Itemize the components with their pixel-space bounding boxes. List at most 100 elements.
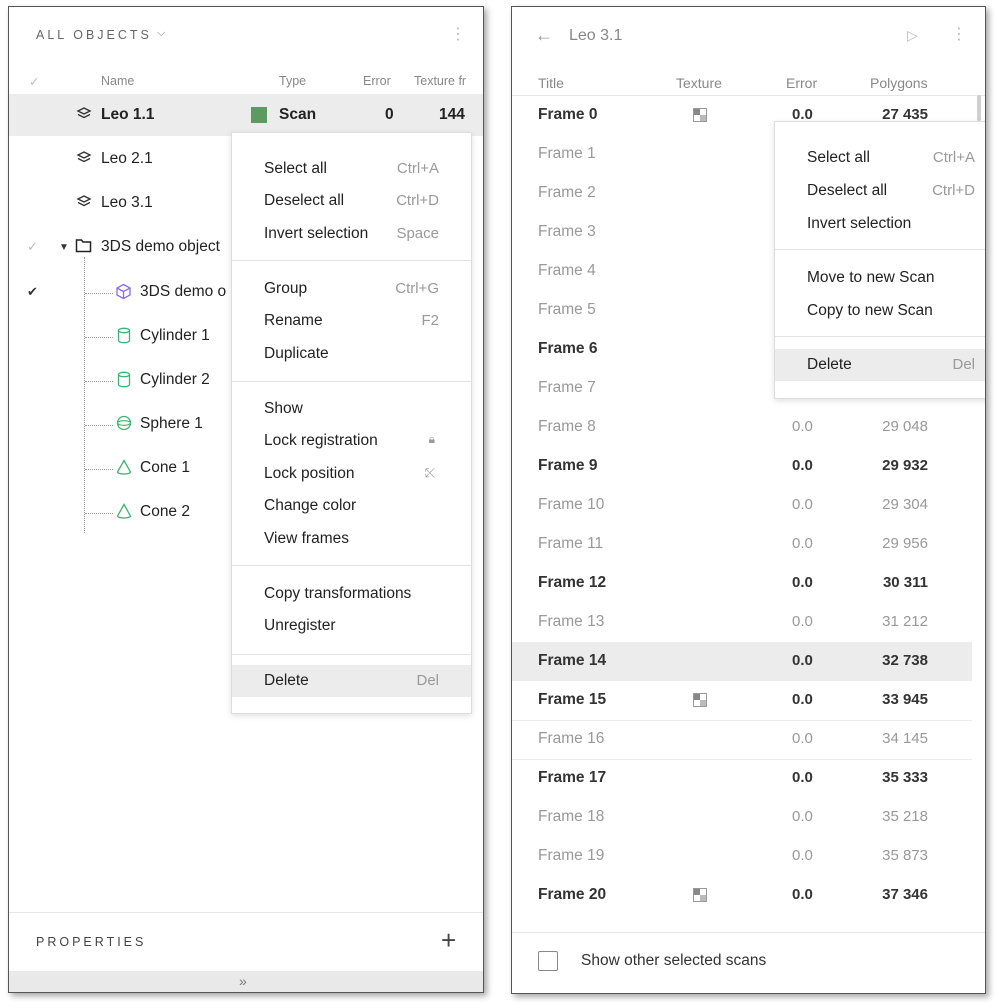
menu-item-view-frames[interactable]: View frames — [232, 523, 471, 555]
menu-item-label: Invert selection — [807, 215, 912, 232]
frame-polygons: 32 738 — [882, 652, 928, 669]
menu-item-move-to-new-scan[interactable]: Move to new Scan — [775, 262, 985, 294]
menu-item-label: Change color — [264, 497, 357, 514]
frame-error: 0.0 — [792, 652, 813, 669]
menu-item-label: Unregister — [264, 617, 336, 634]
frame-row[interactable]: Frame 19 0.0 35 873 — [512, 837, 972, 876]
column-header-polygons[interactable]: Polygons — [870, 75, 928, 91]
menu-item-deselect-all[interactable]: Deselect all Ctrl+D — [775, 175, 985, 207]
frame-row[interactable]: Frame 16 0.0 34 145 — [512, 720, 972, 760]
frame-context-menu: Select all Ctrl+A Deselect all Ctrl+D In… — [774, 121, 985, 399]
frame-error: 0.0 — [792, 769, 813, 786]
frame-title: Frame 15 — [538, 691, 607, 708]
frame-row[interactable]: Frame 9 0.0 29 932 — [512, 447, 972, 486]
tree-row-leo-1-1[interactable]: Leo 1.1 Scan 0 144 — [9, 94, 483, 136]
menu-item-lock-registration[interactable]: Lock registration 🔒︎ — [232, 425, 471, 457]
menu-item-duplicate[interactable]: Duplicate — [232, 338, 471, 370]
frame-title: Frame 9 — [538, 457, 598, 474]
frame-title: Frame 0 — [538, 106, 598, 123]
menu-item-label: Group — [264, 280, 308, 297]
row-label: Cylinder 1 — [140, 327, 210, 344]
visibility-check-icon[interactable]: ✓ — [27, 239, 38, 255]
column-header-texture[interactable]: Texture — [676, 75, 722, 91]
show-other-scans-label[interactable]: Show other selected scans — [581, 952, 766, 970]
menu-item-select-all[interactable]: Select all Ctrl+A — [775, 142, 985, 174]
folder-icon — [75, 238, 92, 257]
chevron-down-icon[interactable]: ⌵ — [157, 27, 165, 40]
menu-item-invert-selection[interactable]: Invert selection Space — [232, 218, 471, 250]
menu-item-delete[interactable]: Delete Del — [232, 665, 471, 697]
frame-title: Frame 1 — [538, 145, 596, 162]
frame-title: Frame 19 — [538, 847, 605, 864]
row-texture: 144 — [439, 106, 465, 123]
frame-title: Frame 4 — [538, 262, 596, 279]
column-header-texture[interactable]: Texture fr — [414, 74, 466, 88]
frame-title: Frame 14 — [538, 652, 607, 669]
sphere-icon — [116, 415, 132, 435]
play-icon[interactable]: ▷ — [907, 27, 918, 44]
column-header-name[interactable]: Name — [101, 74, 134, 88]
select-all-check-icon[interactable]: ✓ — [29, 74, 39, 89]
column-header-type[interactable]: Type — [279, 74, 306, 88]
frames-scrollbar[interactable] — [977, 95, 981, 121]
menu-item-shortcut: Ctrl+D — [932, 182, 975, 199]
frame-polygons: 31 212 — [882, 613, 928, 630]
menu-item-invert-selection[interactable]: Invert selection — [775, 208, 985, 240]
texture-icon — [693, 693, 707, 707]
row-label: Sphere 1 — [140, 415, 203, 432]
frame-error: 0.0 — [792, 730, 813, 747]
double-chevron-right-icon[interactable]: » — [239, 973, 247, 989]
show-other-scans-checkbox[interactable] — [538, 951, 558, 971]
frame-title: Frame 8 — [538, 418, 596, 435]
menu-item-unregister[interactable]: Unregister — [232, 610, 471, 642]
row-label: Cone 1 — [140, 459, 190, 476]
menu-item-rename[interactable]: Rename F2 — [232, 305, 471, 337]
scan-color-swatch[interactable] — [251, 107, 267, 123]
frame-title: Frame 20 — [538, 886, 607, 903]
menu-item-delete[interactable]: Delete Del — [775, 349, 985, 381]
all-objects-dropdown-label[interactable]: ALL OBJECTS — [36, 28, 152, 42]
menu-item-show[interactable]: Show — [232, 393, 471, 425]
menu-item-label: Copy transformations — [264, 585, 412, 602]
frame-polygons: 29 956 — [882, 535, 928, 552]
frame-error: 0.0 — [792, 808, 813, 825]
visibility-check-icon[interactable]: ✔ — [27, 284, 38, 300]
frame-polygons: 33 945 — [882, 691, 928, 708]
menu-item-deselect-all[interactable]: Deselect all Ctrl+D — [232, 185, 471, 217]
column-header-error[interactable]: Error — [786, 75, 817, 91]
menu-item-label: Rename — [264, 312, 323, 329]
frame-row[interactable]: Frame 11 0.0 29 956 — [512, 525, 972, 564]
frame-row[interactable]: Frame 18 0.0 35 218 — [512, 798, 972, 837]
menu-item-lock-position[interactable]: Lock position ⤪ — [232, 458, 471, 490]
add-property-plus-icon[interactable]: + — [441, 925, 456, 955]
menu-item-shortcut: F2 — [421, 312, 439, 329]
frame-row[interactable]: Frame 12 0.0 30 311 — [512, 564, 972, 603]
frame-row[interactable]: Frame 8 0.0 29 048 — [512, 408, 972, 447]
menu-item-select-all[interactable]: Select all Ctrl+A — [232, 153, 471, 185]
frame-row[interactable]: Frame 13 0.0 31 212 — [512, 603, 972, 642]
menu-item-copy-to-new-scan[interactable]: Copy to new Scan — [775, 295, 985, 327]
menu-item-copy-transformations[interactable]: Copy transformations — [232, 578, 471, 610]
expand-triangle-icon[interactable]: ▼ — [59, 240, 69, 256]
frame-row[interactable]: Frame 10 0.0 29 304 — [512, 486, 972, 525]
back-arrow-icon[interactable]: ← — [535, 25, 553, 46]
frame-title: Frame 18 — [538, 808, 605, 825]
frame-row[interactable]: Frame 20 0.0 37 346 — [512, 876, 972, 915]
frame-error: 0.0 — [792, 457, 813, 474]
menu-item-change-color[interactable]: Change color — [232, 490, 471, 522]
menu-item-group[interactable]: Group Ctrl+G — [232, 273, 471, 305]
row-label: Leo 2.1 — [101, 150, 153, 167]
frame-row[interactable]: Frame 14 0.0 32 738 — [512, 642, 972, 681]
menu-item-label: Deselect all — [264, 192, 345, 209]
scan-title: Leo 3.1 — [569, 27, 623, 44]
menu-item-label: Show — [264, 400, 303, 417]
frame-row[interactable]: Frame 15 0.0 33 945 — [512, 681, 972, 721]
column-header-title[interactable]: Title — [538, 75, 564, 91]
frame-row[interactable]: Frame 17 0.0 35 333 — [512, 759, 972, 798]
kebab-menu-icon[interactable]: ⋮ — [450, 27, 466, 43]
kebab-menu-icon[interactable]: ⋮ — [951, 27, 967, 43]
menu-item-shortcut: Ctrl+A — [932, 149, 975, 166]
menu-item-label: Lock position — [264, 465, 355, 482]
frame-error: 0.0 — [792, 691, 813, 708]
column-header-error[interactable]: Error — [363, 74, 391, 88]
